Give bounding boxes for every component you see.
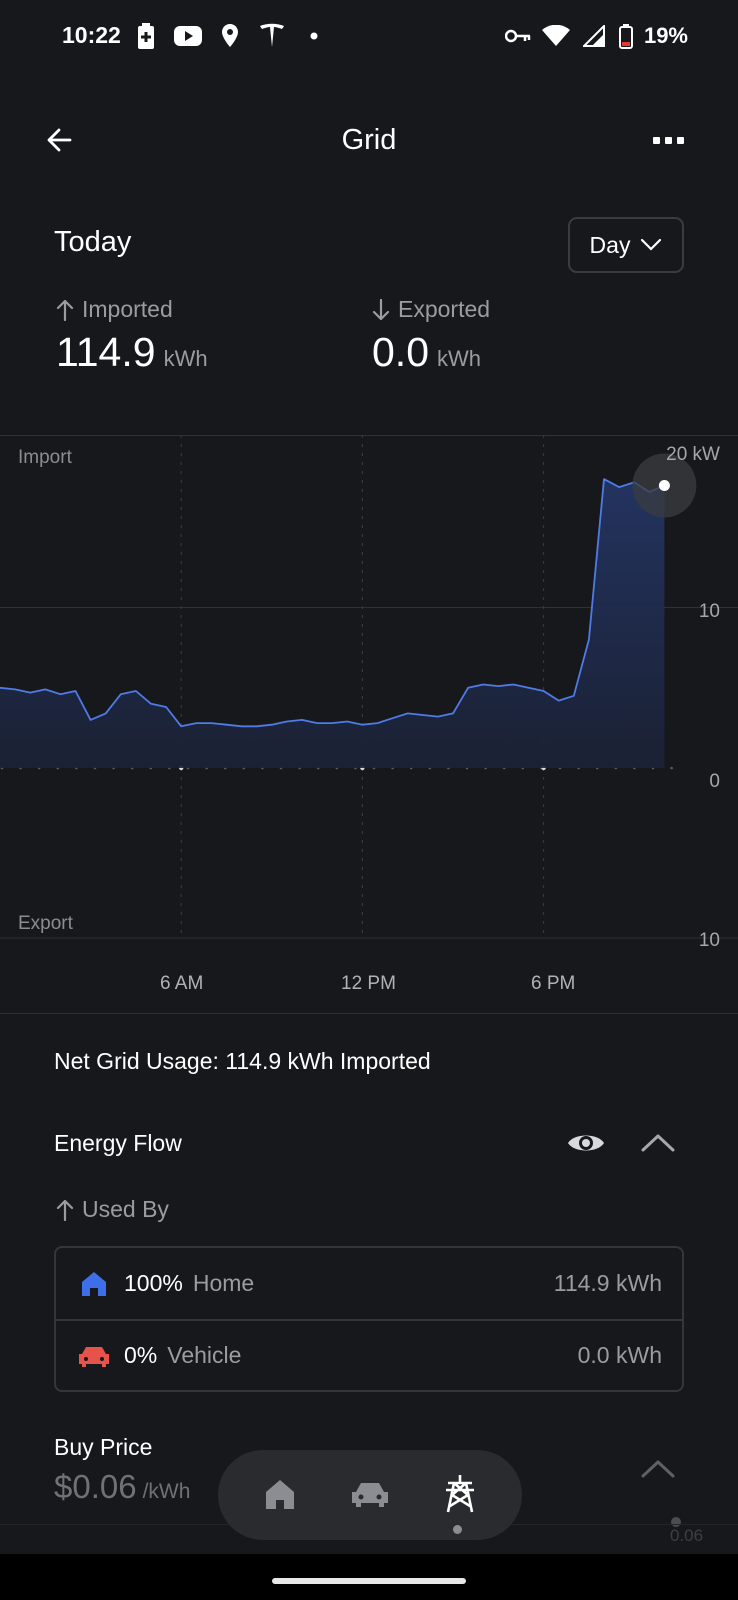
used-by-label: Used By — [82, 1196, 169, 1222]
exported-label: Exported — [398, 296, 491, 322]
current-value-marker — [658, 480, 670, 492]
flow-vehicle-percent: 0% — [124, 1342, 158, 1368]
flow-vehicle-name: Vehicle — [167, 1342, 242, 1368]
net-grid-usage: Net Grid Usage: 114.9 kWh Imported — [54, 1048, 431, 1074]
buy-price-number: $0.06 — [54, 1468, 137, 1505]
more-dots-icon — [652, 136, 660, 144]
used-by-heading: Used By — [56, 1196, 169, 1223]
arrow-down-icon — [372, 298, 390, 320]
vpn-key-icon — [504, 22, 532, 50]
arrow-up-icon — [56, 299, 74, 321]
nav-grid-button[interactable] — [436, 1470, 484, 1518]
wifi-icon — [541, 22, 570, 50]
summary-period: Today — [54, 226, 132, 258]
grid-power-chart[interactable]: Import Export 20 kW 10 0 10 6 AM 12 PM 6… — [0, 435, 738, 1015]
car-icon — [78, 1340, 110, 1372]
buy-price-title: Buy Price — [54, 1434, 153, 1460]
status-notification-icons — [132, 22, 328, 50]
import-line — [0, 478, 665, 728]
page-title: Grid — [341, 124, 397, 156]
y-tick-label-export: 10 — [698, 930, 720, 951]
buy-price-tick-label: 0.06 — [670, 1526, 704, 1545]
imported-label: Imported — [82, 296, 173, 322]
x-tick-label-12pm: 12 PM — [341, 973, 396, 994]
battery-percent: 19% — [643, 23, 688, 48]
buy-price-collapse-button[interactable] — [640, 1454, 676, 1484]
chart-import-label: Import — [18, 447, 72, 468]
chevron-down-icon — [641, 238, 662, 251]
chevron-up-icon — [641, 1460, 675, 1478]
imported-stat: Imported 114.9 kWh — [56, 296, 208, 376]
zero-line-dot — [670, 766, 673, 770]
chevron-up-icon — [641, 1134, 675, 1152]
y-tick-label-mid: 10 — [698, 601, 720, 622]
arrow-up-icon — [56, 1199, 74, 1221]
energy-flow-card: 100% Home 114.9 kWh 0% Vehicle 0.0 kWh — [54, 1246, 684, 1392]
signal-icon — [580, 22, 608, 50]
dot-icon — [300, 22, 328, 50]
status-system-icons: 19% — [504, 22, 688, 50]
flow-home-percent: 100% — [124, 1270, 183, 1296]
flow-vehicle-amount: 0.0 kWh — [577, 1342, 662, 1368]
chart-canvas — [0, 435, 738, 939]
grid-tower-icon — [446, 1475, 474, 1513]
chart-export-label: Export — [18, 913, 73, 934]
x-tick-label-6am: 6 AM — [160, 973, 204, 994]
car-icon — [352, 1483, 388, 1507]
location-icon — [216, 22, 244, 50]
battery-saver-icon — [132, 22, 160, 50]
range-dropdown-label: Day — [589, 231, 631, 258]
import-area — [0, 479, 665, 768]
battery-low-icon — [618, 22, 634, 50]
app-header: Grid — [0, 110, 738, 170]
tesla-icon — [258, 22, 286, 50]
visibility-toggle-button[interactable] — [566, 1128, 606, 1158]
nav-active-indicator — [453, 1525, 462, 1534]
flow-row-home[interactable]: 100% Home 114.9 kWh — [56, 1248, 682, 1319]
more-options-button[interactable] — [648, 122, 688, 158]
youtube-icon — [174, 22, 202, 50]
home-icon — [266, 1480, 294, 1509]
y-tick-label-top: 20 kW — [666, 444, 720, 465]
status-bar: 10:22 19% — [0, 0, 738, 80]
flow-home-name: Home — [192, 1270, 255, 1296]
status-time: 10:22 — [62, 22, 121, 48]
buy-price-unit: /kWh — [142, 1480, 191, 1503]
home-indicator[interactable] — [272, 1578, 466, 1584]
flow-home-amount: 114.9 kWh — [553, 1270, 662, 1296]
eye-icon — [568, 1135, 604, 1151]
imported-value: 114.9 — [56, 329, 156, 375]
home-icon — [78, 1268, 110, 1300]
nav-home-button[interactable] — [256, 1470, 304, 1518]
exported-unit: kWh — [437, 346, 481, 371]
chart-divider — [0, 1013, 738, 1014]
buy-price-value: $0.06 /kWh — [54, 1468, 190, 1506]
bottom-nav — [218, 1450, 522, 1540]
range-dropdown[interactable]: Day — [568, 217, 684, 273]
flow-row-vehicle[interactable]: 0% Vehicle 0.0 kWh — [56, 1319, 682, 1390]
system-gesture-area — [0, 1554, 738, 1600]
nav-vehicle-button[interactable] — [346, 1470, 394, 1518]
y-tick-label-zero: 0 — [709, 771, 720, 792]
exported-stat: Exported 0.0 kWh — [372, 296, 490, 376]
energy-flow-collapse-button[interactable] — [640, 1128, 676, 1158]
energy-flow-title: Energy Flow — [54, 1130, 182, 1156]
exported-value: 0.0 — [372, 329, 429, 375]
imported-unit: kWh — [163, 346, 208, 371]
x-tick-label-6pm: 6 PM — [531, 973, 576, 994]
